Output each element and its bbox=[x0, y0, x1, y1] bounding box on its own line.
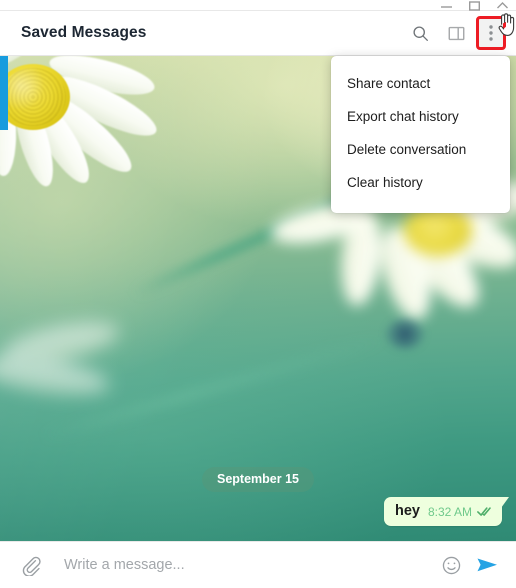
page-title: Saved Messages bbox=[21, 24, 147, 41]
more-options-button[interactable] bbox=[476, 16, 506, 50]
message-timestamp: 8:32 AM bbox=[427, 504, 472, 519]
menu-item-delete-conversation[interactable]: Delete conversation bbox=[331, 134, 510, 167]
maximize-button[interactable] bbox=[460, 0, 488, 11]
menu-item-export-chat-history[interactable]: Export chat history bbox=[331, 101, 510, 134]
date-divider: September 15 bbox=[202, 467, 314, 492]
unread-accent-strip bbox=[0, 56, 8, 130]
daisy-flower-faded bbox=[0, 306, 180, 456]
message-bubble-outgoing[interactable]: hey 8:32 AM bbox=[383, 497, 510, 526]
telegram-window: Saved Messages September 15 hey 8:32 AM … bbox=[0, 0, 516, 588]
message-row: hey 8:32 AM bbox=[383, 497, 510, 526]
message-meta: 8:32 AM bbox=[428, 505, 493, 520]
message-input[interactable] bbox=[46, 557, 436, 573]
daisy-flower-right bbox=[267, 175, 516, 426]
paperclip-icon[interactable] bbox=[16, 550, 46, 580]
daisy-flower-left bbox=[0, 56, 200, 280]
header-actions bbox=[407, 16, 506, 50]
background-shadow-blob bbox=[386, 319, 424, 349]
menu-item-clear-history[interactable]: Clear history bbox=[331, 167, 510, 200]
panel-icon[interactable] bbox=[443, 20, 469, 46]
chat-header: Saved Messages bbox=[0, 11, 516, 56]
smiley-icon[interactable] bbox=[436, 550, 466, 580]
context-menu: Share contact Export chat history Delete… bbox=[331, 56, 510, 213]
send-icon[interactable] bbox=[472, 550, 502, 580]
window-titlebar bbox=[0, 0, 516, 11]
close-button[interactable] bbox=[488, 0, 516, 11]
message-composer bbox=[0, 541, 516, 588]
message-text: hey bbox=[394, 503, 420, 519]
double-check-icon bbox=[477, 506, 493, 517]
menu-item-share-contact[interactable]: Share contact bbox=[331, 68, 510, 101]
search-icon[interactable] bbox=[407, 20, 433, 46]
minimize-button[interactable] bbox=[432, 0, 460, 11]
